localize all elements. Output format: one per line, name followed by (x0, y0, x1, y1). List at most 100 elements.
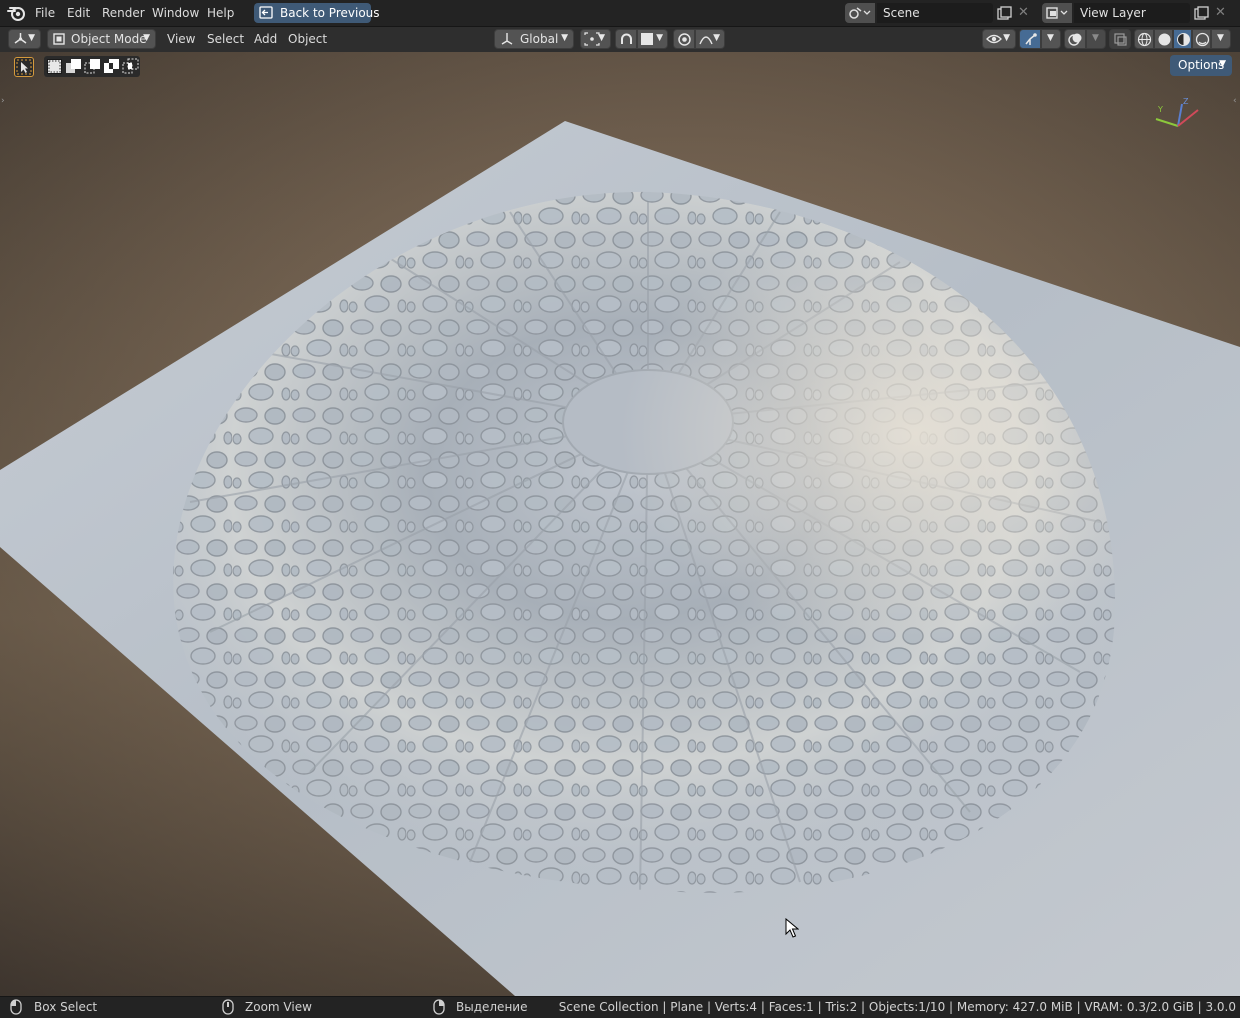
select-set-intersect-icon[interactable] (122, 58, 139, 75)
viewport-header: ▼ Object Mode ▼ View Select Add Object G… (0, 27, 1240, 53)
menu-window[interactable]: Window (152, 5, 199, 21)
view-layer-browse-button[interactable] (1042, 3, 1072, 23)
rendered-shading-icon (1195, 32, 1210, 47)
snap-toggle[interactable] (615, 29, 637, 49)
status-left-action: Box Select (34, 1000, 98, 1014)
menu-edit[interactable]: Edit (67, 5, 90, 21)
menu-object[interactable]: Object (288, 32, 327, 47)
transform-orientation-label: Global (520, 32, 559, 46)
show-overlays-toggle[interactable] (1064, 29, 1086, 49)
options-label: Options (1178, 58, 1225, 72)
cursor-arrow-icon (16, 59, 32, 75)
chevron-down-icon: ▼ (1047, 33, 1054, 43)
menu-view[interactable]: View (167, 32, 195, 47)
proportional-falloff-dropdown[interactable]: ▼ (695, 29, 725, 49)
chevron-down-icon: ▼ (598, 33, 605, 43)
mouse-left-click-icon (10, 999, 22, 1015)
view3d-icon (14, 33, 27, 44)
menu-render[interactable]: Render (102, 5, 145, 21)
new-scene-icon[interactable] (997, 6, 1012, 20)
object-mode-dropdown[interactable]: Object Mode ▼ (47, 29, 156, 49)
select-set-subtract-icon[interactable] (84, 58, 101, 75)
back-to-previous-label: Back to Previous (280, 6, 380, 20)
xray-icon (1114, 33, 1127, 46)
pivot-point-dropdown[interactable]: ▼ (580, 29, 611, 49)
transform-orientation-dropdown[interactable]: Global ▼ (494, 29, 574, 49)
scene-browse-button[interactable] (845, 3, 875, 23)
navigation-gizmo[interactable]: Y Z (1150, 98, 1206, 138)
material-preview-icon (1177, 33, 1190, 46)
toggle-xray-button[interactable] (1109, 29, 1131, 49)
select-box-icon[interactable] (14, 57, 34, 77)
overlays-icon (1068, 33, 1082, 46)
scene-render (0, 121, 1240, 996)
chevron-down-icon: ▼ (1092, 33, 1099, 43)
status-bar: Box Select Zoom View Выделение Scene Col… (0, 996, 1240, 1018)
select-set-difference-icon[interactable] (103, 58, 120, 75)
menu-select[interactable]: Select (207, 32, 244, 47)
chevron-down-icon: ▼ (1219, 59, 1226, 69)
chevron-down-icon: ▼ (713, 33, 720, 43)
snap-target-dropdown[interactable]: ▼ (637, 29, 668, 49)
gizmo-y-axis (1155, 118, 1179, 127)
mouse-middle-click-icon (222, 999, 234, 1015)
scene-name-field[interactable]: Scene (877, 3, 993, 23)
back-to-previous-button[interactable]: Back to Previous (254, 3, 380, 23)
render-layers-icon (1046, 7, 1068, 19)
chevron-down-icon: ▼ (1217, 33, 1224, 43)
object-mode-icon (53, 33, 65, 45)
solid-shading-icon (1158, 33, 1171, 46)
object-mode-label: Object Mode (71, 32, 147, 46)
chevron-down-icon: ▼ (28, 33, 35, 43)
gizmo-z-label: Z (1183, 98, 1189, 106)
chevron-down-icon: ▼ (1003, 33, 1010, 43)
chevron-down-icon: ▼ (143, 33, 150, 43)
select-set-new-icon[interactable] (46, 58, 63, 75)
mouse-right-click-icon (433, 999, 445, 1015)
options-dropdown[interactable]: Options ▼ (1170, 55, 1232, 76)
shading-material-preview-button[interactable] (1173, 29, 1192, 49)
proportional-editing-toggle[interactable] (673, 29, 695, 49)
view-layer-name-field[interactable]: View Layer (1074, 3, 1190, 23)
gizmo-y-label: Y (1157, 105, 1163, 114)
back-icon (259, 6, 273, 19)
shading-solid-button[interactable] (1154, 29, 1173, 49)
proportional-editing-icon (678, 33, 691, 46)
overlays-options-dropdown[interactable]: ▼ (1086, 29, 1106, 49)
delete-view-layer-icon[interactable]: ✕ (1215, 5, 1226, 21)
shading-rendered-button[interactable] (1192, 29, 1211, 49)
editor-type-dropdown[interactable]: ▼ (8, 29, 41, 49)
shading-options-dropdown[interactable]: ▼ (1211, 29, 1231, 49)
menu-help[interactable]: Help (207, 5, 234, 21)
orientation-global-icon (501, 33, 513, 45)
new-view-layer-icon[interactable] (1194, 6, 1209, 20)
3d-viewport[interactable]: Options ▼ › ‹ Y Z (0, 52, 1240, 996)
sidebar-expand-arrow-icon[interactable]: ‹ (1233, 96, 1239, 106)
selection-mode-group (44, 56, 140, 77)
status-right-action: Выделение (456, 1000, 528, 1014)
select-set-extend-icon[interactable] (65, 58, 82, 75)
shading-wireframe-button[interactable] (1134, 29, 1154, 49)
scene-icon (849, 7, 871, 19)
show-gizmo-toggle[interactable] (1019, 29, 1041, 49)
scene-selector[interactable]: Scene ✕ (845, 3, 1035, 23)
top-menu-bar: File Edit Render Window Help Back to Pre… (0, 0, 1240, 27)
toolbar-expand-arrow-icon[interactable]: › (1, 96, 7, 106)
view-layer-selector[interactable]: View Layer ✕ (1042, 3, 1236, 23)
snap-magnet-icon (621, 33, 632, 44)
status-middle-action: Zoom View (245, 1000, 312, 1014)
object-visibility-dropdown[interactable]: ▼ (982, 29, 1016, 49)
menu-file[interactable]: File (35, 5, 55, 21)
scene-statistics: Scene Collection | Plane | Verts:4 | Fac… (558, 1000, 1236, 1014)
snap-increment-icon (641, 33, 653, 45)
menu-add[interactable]: Add (254, 32, 277, 47)
delete-scene-icon[interactable]: ✕ (1018, 5, 1029, 21)
gizmo-options-dropdown[interactable]: ▼ (1041, 29, 1061, 49)
wireframe-shading-icon (1137, 32, 1152, 47)
mouse-cursor-icon (785, 918, 799, 938)
chevron-down-icon: ▼ (656, 33, 663, 43)
gizmo-icon (1025, 33, 1037, 45)
eye-icon (986, 34, 1002, 44)
falloff-curve-icon (699, 36, 713, 45)
blender-logo-icon[interactable] (7, 4, 27, 22)
